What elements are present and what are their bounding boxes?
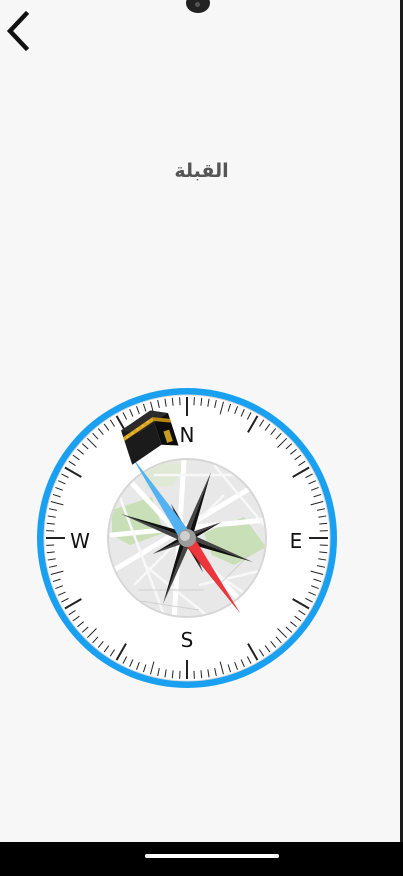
camera-icon xyxy=(186,0,210,13)
qibla-screen: القبلة N E S W xyxy=(0,0,403,866)
chevron-left-icon xyxy=(6,10,30,52)
navigation-bar xyxy=(0,842,403,876)
back-button[interactable] xyxy=(2,6,38,54)
direction-east: E xyxy=(290,529,303,553)
page-title: القبلة xyxy=(174,160,229,182)
direction-west: W xyxy=(70,529,90,553)
direction-south: S xyxy=(181,628,194,652)
home-indicator[interactable] xyxy=(145,854,279,858)
compass-dial: N E S W xyxy=(37,388,337,688)
direction-north: N xyxy=(180,423,195,447)
qibla-compass: N E S W xyxy=(34,385,340,691)
